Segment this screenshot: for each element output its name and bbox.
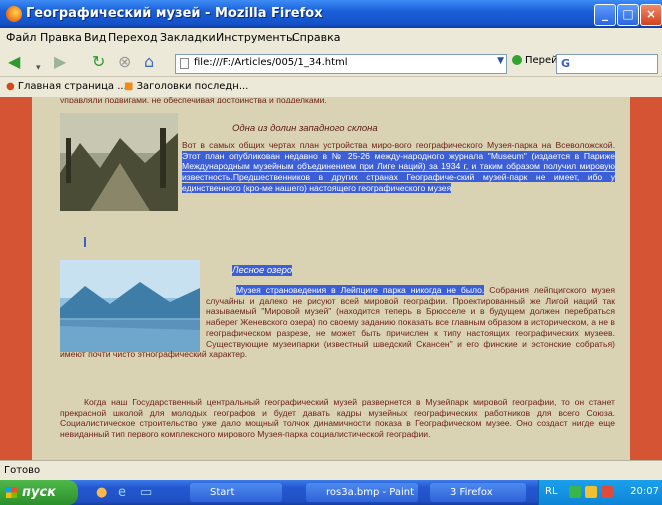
tray-app-icon[interactable] [601, 486, 613, 498]
top-line-text: управляли подвигами, не обеспечивая дост… [60, 97, 327, 103]
url-bar[interactable]: file:///F:/Articles/005/1_34.html ▼ [175, 54, 507, 74]
search-box[interactable]: G [556, 54, 658, 74]
menu-bookmarks[interactable]: Закладки [160, 31, 216, 44]
photo-spacer-2 [60, 285, 206, 347]
page-body: управляли подвигами, не обеспечивая дост… [32, 97, 630, 460]
task-paint[interactable]: ros3a.bmp - Paint [306, 483, 418, 502]
status-text: Готово [4, 465, 41, 476]
bookmark-headlines-label: Заголовки последн... [136, 81, 249, 92]
menu-go[interactable]: Переход [108, 31, 158, 44]
firefox-quicklaunch-icon[interactable]: ● [96, 485, 107, 500]
menu-help[interactable]: Справка [292, 31, 340, 44]
reload-icon[interactable]: ↻ [92, 52, 105, 72]
go-icon [512, 55, 522, 65]
bookmarks-toolbar: ● Главная страница ... ■ Заголовки после… [0, 77, 662, 98]
clock: 20:07 [630, 486, 659, 497]
status-bar: Готово [0, 460, 662, 481]
url-text: file:///F:/Articles/005/1_34.html [194, 57, 348, 68]
system-tray: RL 20:07 [538, 480, 662, 505]
menu-view[interactable]: Вид [84, 31, 106, 44]
bookmark-home-label: Главная страница ... [17, 81, 127, 92]
paragraph-3: Когда наш Государственный центральный ге… [60, 397, 615, 440]
bookmark-firefox-icon: ● [6, 81, 15, 92]
caption-lake: Лесное озеро [232, 265, 293, 276]
task-firefox-label: 3 Firefox [450, 487, 493, 498]
desktop-quicklaunch-icon[interactable]: ▭ [140, 485, 152, 500]
task-paint-label: ros3a.bmp - Paint [326, 487, 415, 498]
minimize-button[interactable]: _ [594, 4, 616, 26]
search-engine-label: G [561, 57, 571, 70]
stop-icon[interactable]: ⊗ [118, 52, 131, 72]
photo-spacer [60, 140, 182, 202]
menu-edit[interactable]: Правка [40, 31, 82, 44]
menu-bar: Файл Правка Вид Переход Закладки Инструм… [0, 28, 662, 48]
maximize-button[interactable]: □ [617, 4, 639, 26]
paragraph-1-start: Вот в самых общих чертах план устройства… [182, 140, 615, 150]
language-indicator[interactable]: RL [545, 486, 558, 497]
close-button[interactable]: × [640, 4, 662, 26]
start-button[interactable]: пуск [0, 480, 78, 505]
taskbar: пуск ● e ▭ Start ros3a.bmp - Paint 3 Fir… [0, 480, 662, 505]
task-firefox[interactable]: 3 Firefox [430, 483, 526, 502]
paragraph-1: Вот в самых общих чертах план устройства… [60, 140, 615, 202]
security-icon[interactable] [585, 486, 597, 498]
menu-tools[interactable]: Инструменты [216, 31, 295, 44]
windows-logo-icon [6, 487, 17, 498]
back-dropdown-icon[interactable]: ▾ [36, 58, 41, 78]
page-file-icon [180, 58, 189, 69]
page-content[interactable]: управляли подвигами, не обеспечивая дост… [0, 97, 662, 460]
caption-valley: Одна из долин западного склона [232, 123, 378, 134]
window-title: Географический музей - Mozilla Firefox [26, 6, 323, 21]
bookmark-home[interactable]: ● Главная страница ... [6, 81, 127, 92]
selection-caret [84, 237, 86, 247]
start-label: пуск [22, 485, 56, 500]
task-start[interactable]: Start [190, 483, 282, 502]
selected-text-1: Этот план опубликован недавно в № 25-26 … [182, 150, 615, 193]
firefox-logo-icon [6, 6, 22, 22]
back-icon[interactable]: ◀ [8, 52, 20, 72]
ie-quicklaunch-icon[interactable]: e [118, 485, 126, 500]
paragraph-2: Музея страноведения в Лейпциге парка ник… [60, 285, 615, 360]
network-icon[interactable] [569, 486, 581, 498]
home-icon[interactable]: ⌂ [144, 52, 154, 72]
task-start-label: Start [210, 487, 235, 498]
selected-text-2: Музея страноведения в Лейпциге парка ник… [236, 285, 485, 295]
rss-icon: ■ [124, 81, 134, 92]
bookmark-headlines[interactable]: ■ Заголовки последн... [124, 81, 248, 92]
menu-file[interactable]: Файл [6, 31, 36, 44]
window-titlebar[interactable]: Географический музей - Mozilla Firefox _… [0, 0, 662, 28]
forward-icon[interactable]: ▶ [54, 52, 66, 72]
caption-lake-text: Лесное озеро [232, 265, 293, 276]
url-dropdown-icon[interactable]: ▼ [497, 56, 504, 66]
